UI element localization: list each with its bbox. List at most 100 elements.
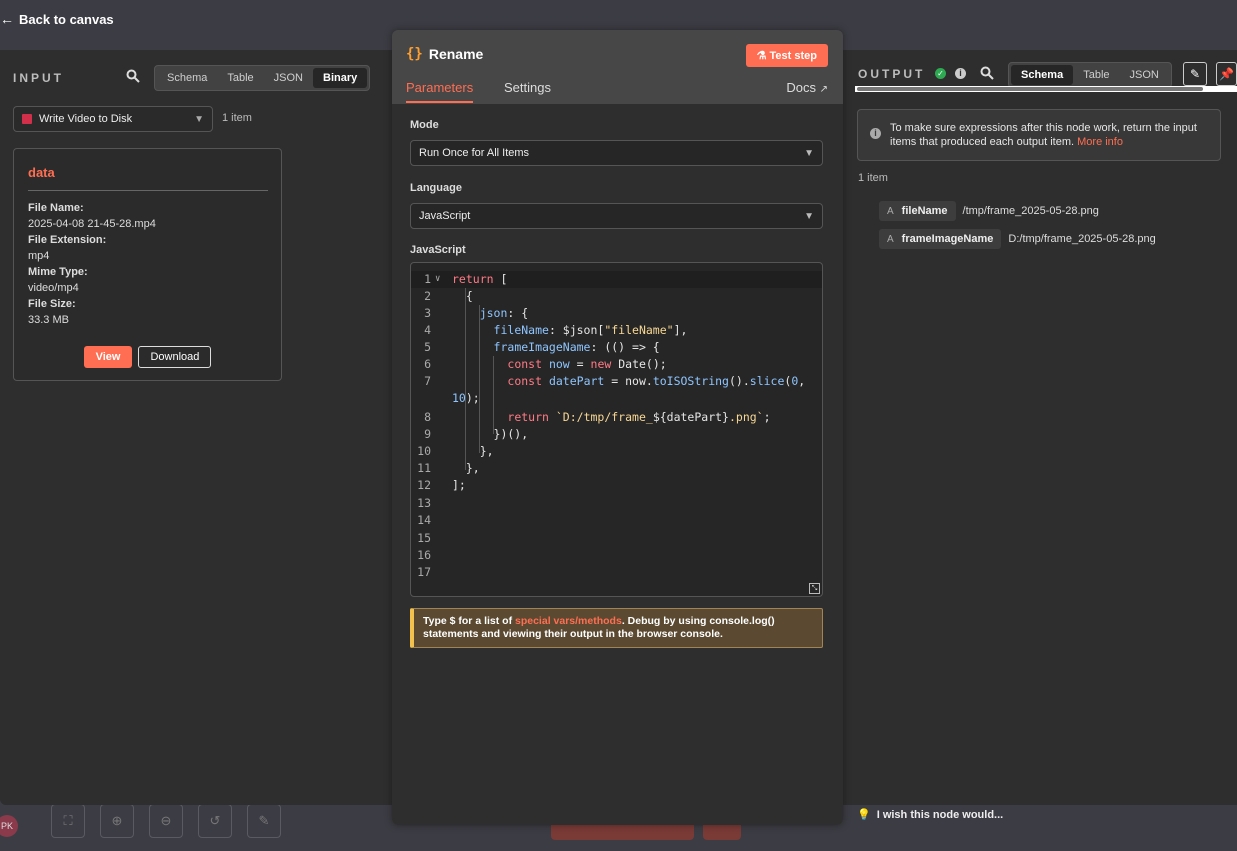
code-line: 4 fileName: $json["fileName"],: [424, 323, 688, 337]
tab-table[interactable]: Table: [1073, 65, 1119, 85]
node-tabs: Parameters Settings: [392, 80, 843, 105]
docs-label: Docs: [786, 80, 816, 95]
tab-schema[interactable]: Schema: [157, 68, 217, 88]
schema-field-chip[interactable]: A frameImageName: [879, 229, 1002, 249]
code-line: 9 })(),: [424, 427, 529, 441]
field-value: 33.3 MB: [28, 314, 69, 326]
back-to-canvas-link[interactable]: ← Back to canvas: [0, 11, 114, 27]
code-line: 11 },: [417, 461, 480, 475]
parameters-pane: Mode Run Once for All Items ▼ Language J…: [392, 104, 843, 825]
language-select[interactable]: JavaScript ▼: [410, 203, 823, 229]
resize-handle-icon[interactable]: ⤡: [809, 583, 820, 594]
docs-link[interactable]: Docs ↗: [786, 80, 828, 95]
chevron-down-icon: ▼: [804, 210, 814, 222]
zoom-out-icon: ⊖: [160, 813, 172, 828]
test-step-button[interactable]: ⚗ Test step: [745, 44, 828, 67]
special-vars-link[interactable]: special vars/methods: [515, 615, 622, 627]
search-icon[interactable]: [980, 66, 994, 83]
zoom-in-icon: ⊕: [111, 813, 123, 828]
code-hint-callout: Type $ for a list of special vars/method…: [410, 608, 823, 648]
test-step-label: Test step: [769, 50, 817, 62]
field-value: /tmp/frame_2025-05-28.png: [962, 205, 1099, 217]
tab-settings[interactable]: Settings: [504, 80, 551, 95]
chevron-down-icon: ▼: [804, 147, 814, 159]
zoom-out-button[interactable]: ⊖: [149, 804, 183, 838]
chevron-down-icon: ▼: [194, 113, 204, 125]
edit-output-button[interactable]: ✎: [1183, 62, 1207, 86]
lightbulb-icon: 💡: [857, 809, 871, 821]
code-line: 7 const datePart = now.toISOString().sli…: [424, 374, 806, 388]
code-line: 17: [417, 565, 431, 579]
code-line: 14: [417, 513, 431, 527]
field-key: File Size:: [28, 298, 76, 310]
input-item-count: 1 item: [222, 112, 252, 124]
code-line: 12];: [417, 478, 466, 492]
input-view-switcher: Schema Table JSON Binary: [154, 65, 371, 91]
code-line: 10 },: [417, 444, 494, 458]
pin-data-button[interactable]: 📌: [1216, 62, 1237, 86]
code-label: JavaScript: [410, 244, 466, 256]
info-icon: i: [870, 128, 881, 139]
notice-text: To make sure expressions after this node…: [890, 122, 1197, 148]
field-name: frameImageName: [901, 233, 994, 245]
success-check-icon: ✓: [935, 68, 946, 79]
tidy-button[interactable]: ✎: [247, 804, 281, 838]
input-title: INPUT: [13, 71, 64, 85]
divider: [28, 190, 268, 191]
output-panel: OUTPUT ✓ i Schema Table JSON ✎ 📌 i To ma…: [843, 50, 1237, 805]
download-button[interactable]: Download: [138, 346, 212, 368]
code-line: 13: [417, 496, 431, 510]
tab-table[interactable]: Table: [217, 68, 263, 88]
info-icon[interactable]: i: [955, 68, 966, 79]
back-label: Back to canvas: [19, 11, 114, 27]
tab-json[interactable]: JSON: [264, 68, 313, 88]
scrollbar-thumb[interactable]: [857, 87, 1203, 91]
field-name: fileName: [901, 205, 948, 217]
zoom-in-button[interactable]: ⊕: [100, 804, 134, 838]
code-line: 3 json: {: [424, 306, 529, 320]
more-info-link[interactable]: More info: [1077, 136, 1123, 148]
code-editor[interactable]: 1 ∨ return [ 2 { 3 json: { 4 fileName: $js…: [410, 262, 823, 597]
tab-schema[interactable]: Schema: [1011, 65, 1074, 85]
brush-icon: ✎: [258, 813, 270, 828]
arrow-left-icon: ←: [0, 11, 14, 27]
field-value: mp4: [28, 250, 50, 262]
search-icon[interactable]: [126, 69, 140, 86]
schema-row: A frameImageName D:/tmp/frame_2025-05-28…: [879, 229, 1156, 249]
output-view-switcher: Schema Table JSON: [1008, 62, 1172, 88]
undo-button[interactable]: ↺: [198, 804, 232, 838]
tab-parameters[interactable]: Parameters: [406, 80, 474, 103]
output-item-count: 1 item: [858, 172, 888, 184]
flask-icon: ⚗: [756, 50, 767, 62]
schema-row: A fileName /tmp/frame_2025-05-28.png: [879, 201, 1099, 221]
binary-data-card: data File Name: 2025-04-08 21-45-28.mp4 …: [13, 148, 282, 381]
field-value: video/mp4: [28, 282, 79, 294]
string-type-icon: A: [887, 233, 894, 245]
input-node-select[interactable]: Write Video to Disk ▼: [13, 106, 213, 132]
node-settings-panel: {} Rename ⚗ Test step Parameters Setting…: [392, 30, 843, 825]
video-node-icon: [22, 114, 32, 124]
user-avatar[interactable]: PK: [0, 815, 18, 837]
view-button[interactable]: View: [83, 346, 133, 368]
node-title: {} Rename: [406, 46, 483, 62]
code-line: 6 const now = new Date();: [424, 357, 667, 371]
tab-binary[interactable]: Binary: [313, 68, 368, 88]
input-panel: INPUT Schema Table JSON Binary Write Vid…: [0, 50, 392, 805]
feedback-link[interactable]: 💡 I wish this node would...: [857, 808, 1004, 822]
code-line: 16: [417, 548, 431, 562]
fold-chevron-icon[interactable]: ∨: [435, 271, 440, 288]
language-label: Language: [410, 182, 462, 194]
field-value: D:/tmp/frame_2025-05-28.png: [1008, 233, 1156, 245]
tab-json[interactable]: JSON: [1120, 65, 1169, 85]
node-name[interactable]: Rename: [429, 46, 483, 62]
mode-select[interactable]: Run Once for All Items ▼: [410, 140, 823, 166]
code-line: 10);: [452, 391, 480, 405]
pin-icon: 📌: [1219, 67, 1234, 81]
feedback-label: I wish this node would...: [876, 808, 1004, 821]
undo-icon: ↺: [209, 813, 221, 828]
schema-field-chip[interactable]: A fileName: [879, 201, 956, 221]
horizontal-scrollbar[interactable]: [855, 86, 1237, 92]
input-node-select-value: Write Video to Disk: [39, 113, 133, 125]
code-line: 2 {: [424, 289, 473, 303]
fit-view-button[interactable]: ⛶: [51, 804, 85, 838]
